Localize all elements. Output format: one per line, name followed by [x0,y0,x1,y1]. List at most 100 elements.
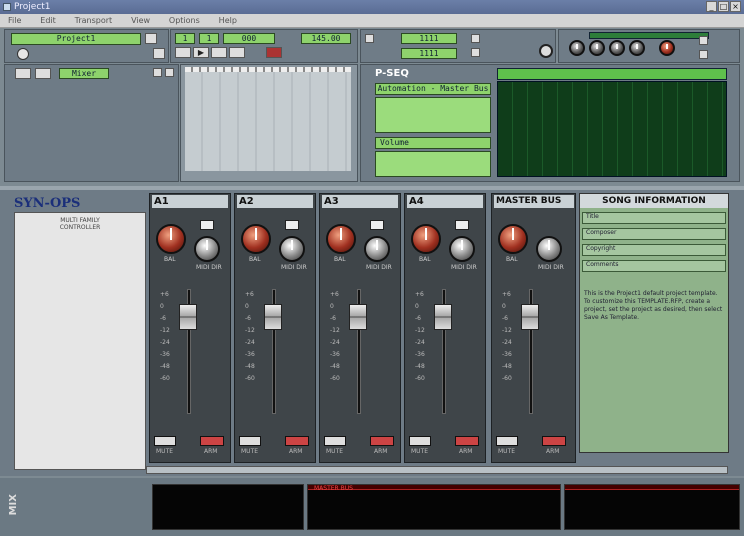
channel-selector[interactable]: Volume [375,137,491,149]
maximize-button[interactable]: □ [718,1,729,12]
master-knob-4[interactable] [629,40,645,56]
pattern-grid[interactable] [497,81,727,177]
bar-display: 1 [175,33,195,44]
scale-tick: -36 [502,351,512,358]
menu-transport[interactable]: Transport [67,14,121,28]
scale-tick: -48 [245,363,255,370]
bal-knob[interactable] [326,224,356,254]
arm-button[interactable] [285,436,309,446]
arm-label: ARM [374,448,388,455]
midi-knob[interactable] [449,236,475,262]
strip-fx-button[interactable] [200,220,214,230]
punch-checkbox[interactable] [471,48,480,57]
volume-fader[interactable] [521,304,539,330]
close-button[interactable]: × [730,1,741,12]
midi-knob[interactable] [194,236,220,262]
bal-knob[interactable] [156,224,186,254]
master-knob-3[interactable] [609,40,625,56]
arm-button[interactable] [455,436,479,446]
song-composer-field[interactable]: Composer [582,228,726,240]
view-option-1[interactable] [153,68,162,77]
volume-fader[interactable] [434,304,452,330]
volume-fader[interactable] [179,304,197,330]
view-option-2[interactable] [165,68,174,77]
midi-label: MIDI DIR [538,264,564,271]
view-icon-2[interactable] [35,68,51,79]
mixer-scrollbar[interactable] [146,466,728,474]
automation-list[interactable] [375,97,491,133]
lock-icon[interactable] [145,33,157,44]
automation-selector[interactable]: Automation - Master Bus [375,83,491,95]
master-knob-1[interactable] [569,40,585,56]
mute-button[interactable] [496,436,518,446]
song-title-field[interactable]: Title [582,212,726,224]
minimize-button[interactable]: _ [706,1,717,12]
splitter[interactable] [0,186,744,190]
scale-tick: -6 [502,315,508,322]
sync-panel: 1111 1111 [360,29,556,63]
arm-label: ARM [204,448,218,455]
view-icon-1[interactable] [15,68,31,79]
strip-fx-button[interactable] [370,220,384,230]
arm-label: ARM [546,448,560,455]
midi-knob[interactable] [536,236,562,262]
mute-button[interactable] [409,436,431,446]
midi-knob[interactable] [279,236,305,262]
sync-checkbox[interactable] [365,34,374,43]
zoom-icon[interactable] [17,48,29,60]
metronome-icon[interactable] [539,44,553,58]
bal-knob[interactable] [241,224,271,254]
arm-button[interactable] [370,436,394,446]
master-option2-checkbox[interactable] [699,50,708,59]
mute-label: MUTE [326,448,344,455]
mixer-strip-a4: A4 BAL MIDI DIR MUTE ARM +6 0 -6 -12 -24 -36 -… [404,193,486,463]
scale-tick: -36 [160,351,170,358]
mixer-strip-a1: A1 BAL MIDI DIR MUTE ARM +6 0 -6 -12 -24 -36 -… [149,193,231,463]
strip-fx-button[interactable] [285,220,299,230]
channel-list[interactable] [375,151,491,177]
bal-knob[interactable] [498,224,528,254]
meter-left [152,484,304,530]
mute-label: MUTE [156,448,174,455]
folder-icon[interactable] [153,48,165,59]
window-title: Project1 [14,2,51,12]
volume-fader[interactable] [264,304,282,330]
master-knob-2[interactable] [589,40,605,56]
view-selector[interactable]: Mixer [59,68,109,79]
menu-edit[interactable]: Edit [32,14,64,28]
sync-display: 1111 [401,33,457,44]
pseq-panel: P-SEQ Automation - Master Bus Volume [360,64,740,182]
midi-label: MIDI DIR [281,264,307,271]
rewind-button[interactable] [175,47,191,58]
tempo-display[interactable]: 145.00 [301,33,351,44]
strip-fx-button[interactable] [455,220,469,230]
mute-button[interactable] [324,436,346,446]
menu-help[interactable]: Help [211,14,245,28]
mute-button[interactable] [239,436,261,446]
song-info-panel: SONG INFORMATION Title Composer Copyrigh… [579,193,729,453]
midi-label: MIDI DIR [451,264,477,271]
arm-button[interactable] [200,436,224,446]
scale-tick: 0 [160,303,164,310]
track-lanes[interactable] [185,71,351,171]
mute-button[interactable] [154,436,176,446]
volume-fader[interactable] [349,304,367,330]
views-panel: Mixer [4,64,179,182]
forward-button[interactable] [229,47,245,58]
song-comments-field[interactable]: Comments [582,260,726,272]
master-volume-knob[interactable] [659,40,675,56]
loop-checkbox[interactable] [471,34,480,43]
arm-button[interactable] [542,436,566,446]
menu-file[interactable]: File [0,14,29,28]
record-button[interactable] [266,47,282,58]
song-copyright-field[interactable]: Copyright [582,244,726,256]
master-option-checkbox[interactable] [699,36,708,45]
bal-knob[interactable] [411,224,441,254]
song-comments-text[interactable]: This is the Project1 default project tem… [584,290,724,322]
stop-button[interactable] [211,47,227,58]
menu-options[interactable]: Options [161,14,208,28]
midi-knob[interactable] [364,236,390,262]
play-button[interactable]: ▶ [193,47,209,58]
track-lanes-panel [180,64,358,182]
menu-view[interactable]: View [123,14,158,28]
